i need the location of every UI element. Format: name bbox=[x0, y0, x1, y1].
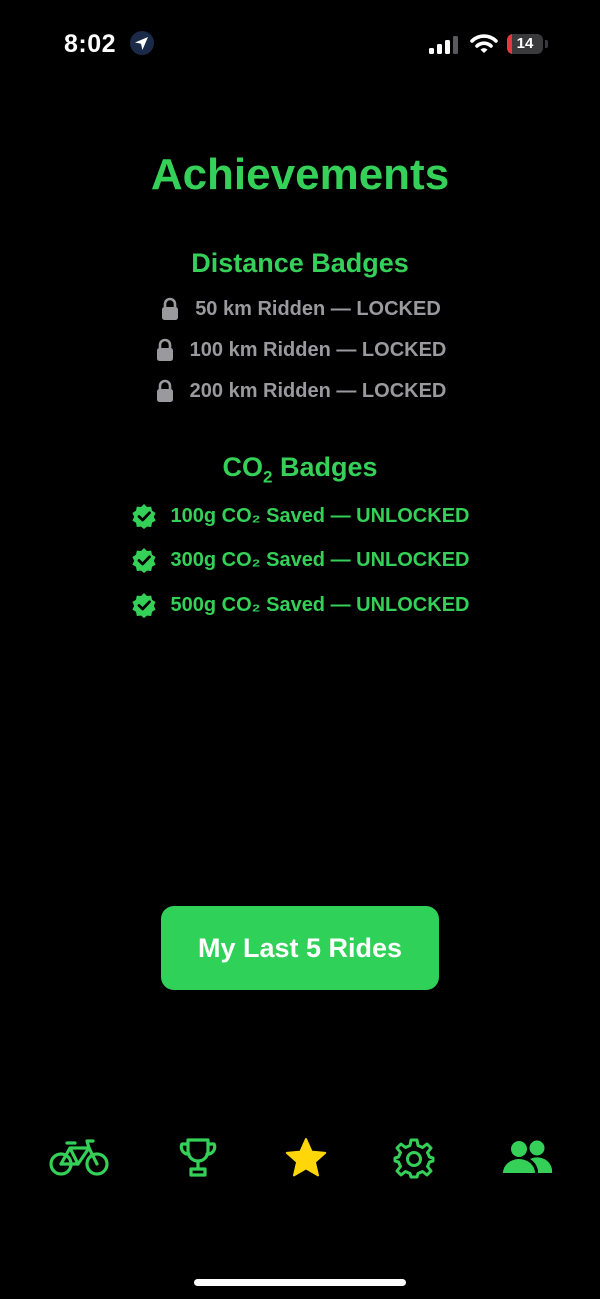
battery-level: 14 bbox=[516, 35, 534, 52]
bicycle-icon bbox=[48, 1138, 110, 1183]
badge-label: 100 km Ridden — LOCKED bbox=[189, 338, 447, 361]
badge-item: 200 km Ridden — LOCKED bbox=[0, 379, 600, 403]
co2-badges-title: CO2 Badges bbox=[0, 452, 600, 487]
lock-icon bbox=[154, 338, 176, 362]
star-icon bbox=[284, 1137, 328, 1184]
badge-item: 300g CO₂ Saved — UNLOCKED bbox=[0, 547, 600, 573]
verified-check-icon bbox=[131, 547, 157, 573]
badge-item: 50 km Ridden — LOCKED bbox=[0, 297, 600, 321]
tab-settings[interactable] bbox=[388, 1130, 440, 1190]
lock-icon bbox=[154, 379, 176, 403]
tab-achievements[interactable] bbox=[280, 1130, 332, 1190]
badge-label: 200 km Ridden — LOCKED bbox=[189, 379, 447, 402]
status-bar: 8:02 14 bbox=[0, 0, 600, 90]
verified-check-icon bbox=[131, 503, 157, 529]
distance-badges-title: Distance Badges bbox=[191, 248, 409, 278]
verified-check-icon bbox=[131, 592, 157, 618]
lock-icon bbox=[159, 297, 181, 321]
wifi-icon bbox=[470, 33, 498, 55]
battery-indicator: 14 bbox=[507, 34, 549, 56]
gear-icon bbox=[393, 1137, 435, 1184]
page-title: Achievements bbox=[150, 150, 450, 199]
tab-leaderboard[interactable] bbox=[170, 1130, 226, 1190]
badge-label: 500g CO₂ Saved — UNLOCKED bbox=[170, 593, 470, 616]
tab-bike[interactable] bbox=[45, 1130, 113, 1190]
badge-item: 100 km Ridden — LOCKED bbox=[0, 338, 600, 362]
badge-label: 300g CO₂ Saved — UNLOCKED bbox=[170, 548, 470, 571]
badge-item: 100g CO₂ Saved — UNLOCKED bbox=[0, 503, 600, 529]
people-icon bbox=[500, 1139, 554, 1182]
cellular-signal-icon bbox=[428, 35, 462, 55]
home-indicator bbox=[194, 1279, 406, 1286]
trophy-icon bbox=[179, 1137, 217, 1184]
co2-title-prefix: CO bbox=[222, 452, 263, 482]
tab-bar bbox=[0, 1130, 600, 1190]
location-arrow-icon bbox=[130, 31, 154, 55]
badge-label: 50 km Ridden — LOCKED bbox=[195, 297, 441, 320]
my-last-rides-button[interactable]: My Last 5 Rides bbox=[161, 906, 439, 990]
badge-item: 500g CO₂ Saved — UNLOCKED bbox=[0, 592, 600, 618]
tab-friends[interactable] bbox=[496, 1130, 558, 1190]
status-time: 8:02 bbox=[64, 30, 117, 58]
co2-title-suffix: Badges bbox=[272, 452, 378, 482]
badge-label: 100g CO₂ Saved — UNLOCKED bbox=[170, 504, 470, 527]
